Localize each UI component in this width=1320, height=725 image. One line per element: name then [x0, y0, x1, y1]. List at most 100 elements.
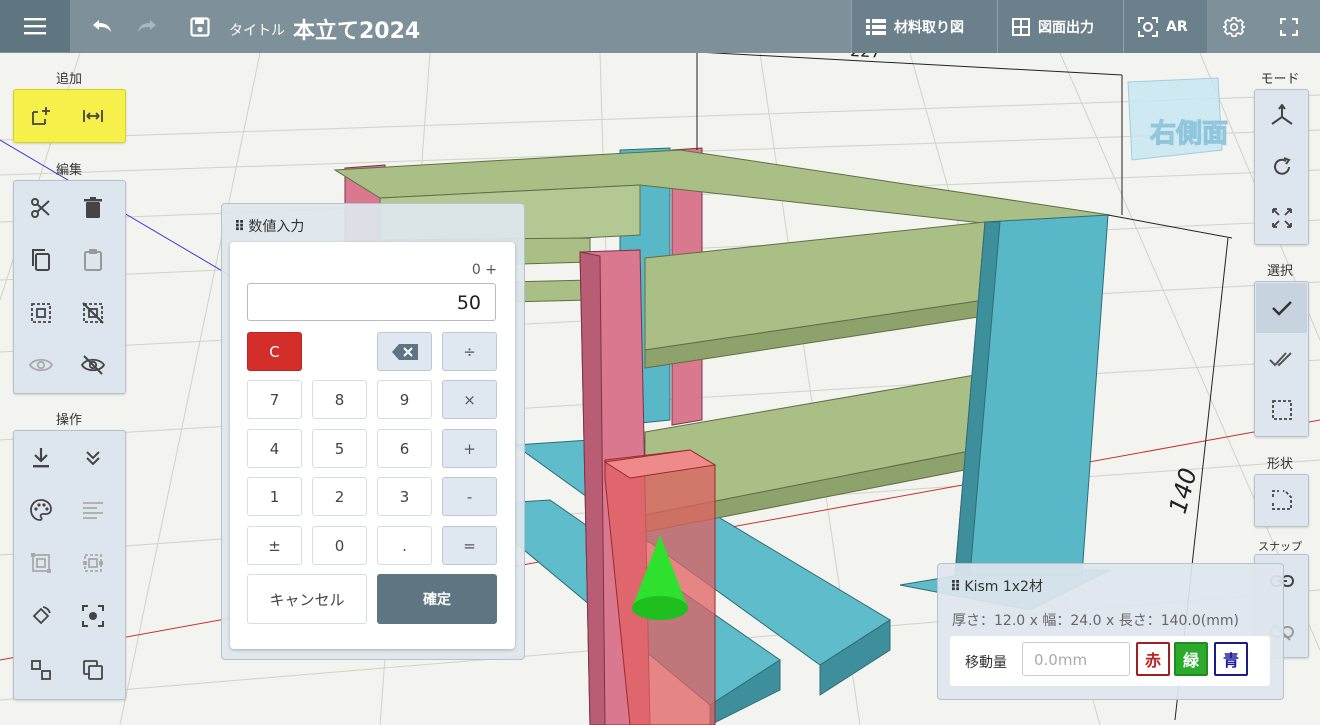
drop-button[interactable] — [21, 438, 61, 478]
select-all-icon — [31, 303, 51, 323]
numeric-input-header[interactable]: ⠿ 数値入力 — [234, 216, 304, 236]
divide-key[interactable]: ÷ — [442, 332, 497, 371]
mode-3d-button[interactable] — [1256, 91, 1307, 141]
shape-tool-panel — [1254, 474, 1309, 527]
hamburger-icon — [24, 18, 46, 35]
part-info-header[interactable]: ⠿ Kism 1x2材 — [950, 576, 1043, 596]
multi-select-button[interactable] — [1256, 334, 1307, 384]
add-group-label: 追加 — [55, 72, 82, 87]
confirm-button[interactable]: 確定 — [377, 574, 497, 624]
single-select-button[interactable] — [1256, 283, 1307, 333]
align-button[interactable] — [73, 490, 113, 530]
drag-handle-icon[interactable]: ⠿ — [950, 579, 961, 595]
reset-view-button[interactable] — [1256, 142, 1307, 192]
move-amount-row: 移動量 0.0mm 赤 緑 青 — [950, 636, 1270, 686]
color-button[interactable] — [21, 490, 61, 530]
axis-green-button[interactable]: 緑 — [1174, 642, 1208, 676]
dimension-right-label: 140 — [1164, 465, 1203, 516]
document-title[interactable]: 本立て2024 — [293, 13, 420, 45]
box-select-button[interactable] — [1256, 385, 1307, 435]
deselect-button[interactable] — [73, 293, 113, 333]
dimension-icon — [83, 110, 103, 122]
select-group-label: 選択 — [1266, 264, 1293, 279]
mode-group-label: モード — [1260, 72, 1300, 87]
fit-view-button[interactable] — [1256, 193, 1307, 243]
key-3[interactable]: 3 — [377, 477, 432, 516]
grid-icon — [1012, 17, 1030, 36]
double-chevron-down-icon — [86, 451, 100, 466]
duplicate-icon — [83, 660, 103, 680]
focus-button[interactable] — [73, 596, 113, 636]
deselect-icon — [82, 302, 104, 324]
equals-key[interactable]: = — [442, 526, 497, 565]
key-5[interactable]: 5 — [312, 429, 367, 468]
key-2[interactable]: 2 — [312, 477, 367, 516]
hide-button[interactable] — [73, 345, 113, 385]
add-tool-panel — [13, 89, 126, 143]
decimal-key[interactable]: . — [377, 526, 432, 565]
calculator-memo: 0 + — [471, 262, 497, 278]
download-icon — [33, 448, 49, 468]
settings-button[interactable] — [1207, 0, 1261, 53]
key-8[interactable]: 8 — [312, 380, 367, 419]
undo-icon — [93, 19, 111, 32]
key-9[interactable]: 9 — [377, 380, 432, 419]
plus-key[interactable]: + — [442, 429, 497, 468]
show-button[interactable] — [21, 345, 61, 385]
shape-button[interactable] — [1256, 475, 1307, 525]
key-6[interactable]: 6 — [377, 429, 432, 468]
key-0[interactable]: 0 — [312, 526, 367, 565]
collapse-down-button[interactable] — [73, 438, 113, 478]
multiply-key[interactable]: × — [442, 380, 497, 419]
cut-list-button[interactable]: 材料取り図 — [851, 0, 997, 53]
drawing-output-button[interactable]: 図面出力 — [997, 0, 1123, 53]
cut-list-label: 材料取り図 — [894, 19, 964, 36]
cut-button[interactable] — [21, 188, 61, 228]
ar-label: AR — [1166, 18, 1188, 35]
eye-off-icon — [81, 355, 105, 375]
fullscreen-button[interactable] — [1262, 0, 1316, 53]
menu-button[interactable] — [0, 0, 70, 52]
rotate-button[interactable] — [21, 596, 61, 636]
copy-button[interactable] — [21, 240, 61, 280]
copy-icon — [32, 249, 50, 271]
delete-button[interactable] — [73, 188, 113, 228]
ungroup-button[interactable] — [73, 543, 113, 583]
snap-group-label: スナップ — [1258, 540, 1302, 553]
align-lines-icon — [83, 502, 103, 519]
edit-tool-panel — [13, 180, 126, 394]
trash-icon — [84, 197, 102, 218]
group-icon — [31, 553, 51, 573]
group-button[interactable] — [21, 543, 61, 583]
axis-blue-button[interactable]: 青 — [1214, 642, 1248, 676]
key-4[interactable]: 4 — [247, 429, 302, 468]
redo-button[interactable] — [131, 0, 163, 53]
view-cube-label: 右側面 — [1150, 119, 1228, 149]
duplicate-button[interactable] — [73, 650, 113, 690]
calculator-display[interactable]: 50 — [247, 283, 496, 321]
arrange-icon — [31, 660, 51, 680]
ar-button[interactable]: AR — [1123, 0, 1207, 53]
axis-red-button[interactable]: 赤 — [1136, 642, 1170, 676]
view-cube[interactable]: 右側面 — [1127, 77, 1229, 161]
move-amount-input[interactable]: 0.0mm — [1022, 642, 1130, 676]
drag-handle-icon[interactable]: ⠿ — [234, 219, 245, 235]
add-part-button[interactable] — [21, 96, 61, 136]
mode-tool-panel — [1254, 89, 1309, 245]
backspace-key[interactable] — [377, 332, 432, 371]
key-7[interactable]: 7 — [247, 380, 302, 419]
cancel-button[interactable]: キャンセル — [247, 574, 367, 624]
edit-group-label: 編集 — [55, 163, 82, 178]
arrange-button[interactable] — [21, 650, 61, 690]
sign-key[interactable]: ± — [247, 526, 302, 565]
key-1[interactable]: 1 — [247, 477, 302, 516]
save-icon — [190, 16, 210, 37]
add-dimension-button[interactable] — [73, 96, 113, 136]
clear-key[interactable]: C — [247, 332, 302, 371]
minus-key[interactable]: - — [442, 477, 497, 516]
save-button[interactable] — [185, 0, 215, 53]
select-all-button[interactable] — [21, 293, 61, 333]
gear-icon — [1223, 16, 1245, 37]
undo-button[interactable] — [86, 0, 118, 53]
paste-button[interactable] — [73, 240, 113, 280]
